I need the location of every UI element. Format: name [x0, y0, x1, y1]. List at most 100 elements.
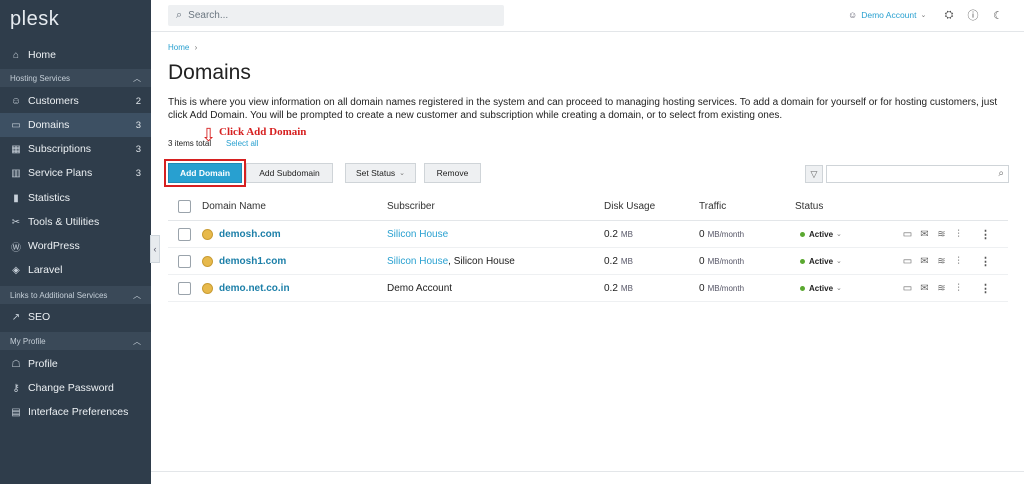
remove-button[interactable]: Remove: [424, 163, 481, 183]
sidebar-item-laravel[interactable]: ◈ Laravel: [0, 258, 151, 282]
list-search-input[interactable]: ⌕: [826, 165, 1009, 183]
account-menu[interactable]: ☺ Demo Account ⌄: [848, 10, 926, 20]
row-checkbox[interactable]: [178, 275, 191, 301]
sidebar-item-domains[interactable]: ▭ Domains 3: [0, 113, 151, 137]
checkbox[interactable]: [178, 200, 191, 213]
disk-value: 0.2: [604, 228, 618, 240]
section-my-profile[interactable]: My Profile ︿: [0, 332, 151, 350]
table-row: demo.net.co.in Demo Account 0.2 MB 0 MB/…: [168, 275, 1008, 302]
status-dropdown[interactable]: Active ⌄: [800, 248, 842, 274]
row-checkbox[interactable]: [178, 248, 191, 274]
checkbox[interactable]: [178, 227, 191, 241]
settings-sliders-icon[interactable]: ⫶: [953, 283, 964, 294]
filter-button[interactable]: ▽: [805, 165, 823, 183]
chevron-up-icon: ︿: [133, 336, 141, 346]
search-icon: ⌕: [998, 168, 1004, 179]
sidebar-item-statistics[interactable]: ▮ Statistics: [0, 186, 151, 210]
subscriber-cell: Silicon House , Silicon House: [387, 248, 515, 274]
page-title: Domains: [168, 61, 251, 84]
settings-sliders-icon[interactable]: ⫶: [953, 256, 964, 267]
select-all-checkbox[interactable]: [178, 193, 191, 220]
section-hosting-services[interactable]: Hosting Services ︿: [0, 69, 151, 87]
sidebar-item-home[interactable]: ⌂ Home: [0, 43, 151, 67]
mail-icon[interactable]: ✉: [919, 283, 930, 294]
folder-icon[interactable]: ▭: [902, 283, 913, 294]
sidebar-item-tools-utilities[interactable]: ✂ Tools & Utilities: [0, 210, 151, 234]
subscriber-link[interactable]: Silicon House: [387, 229, 448, 240]
checkbox[interactable]: [178, 281, 191, 295]
domain-cell: demo.net.co.in: [202, 275, 290, 301]
column-disk-usage[interactable]: Disk Usage: [604, 193, 655, 220]
status-dropdown[interactable]: Active ⌄: [800, 221, 842, 247]
more-options-icon[interactable]: ⋮: [980, 256, 991, 268]
extensions-icon[interactable]: ⛭: [942, 8, 956, 22]
sidebar-item-change-password[interactable]: ⚷ Change Password: [0, 376, 151, 400]
status-active-dot: [800, 258, 805, 264]
sidebar-item-label: Service Plans: [28, 167, 93, 179]
column-status[interactable]: Status: [795, 193, 823, 220]
theme-moon-icon[interactable]: ☾: [991, 8, 1005, 22]
disk-unit: MB: [620, 229, 633, 239]
section-label: Hosting Services: [10, 73, 71, 83]
more-options-icon[interactable]: ⋮: [980, 283, 991, 295]
status-dropdown[interactable]: Active ⌄: [800, 275, 842, 301]
mail-icon[interactable]: ✉: [919, 256, 930, 267]
sidebar-item-label: Subscriptions: [28, 143, 92, 155]
folder-icon[interactable]: ▭: [902, 256, 913, 267]
traffic-unit: MB/month: [707, 229, 745, 239]
sidebar-item-label: Interface Preferences: [28, 406, 129, 418]
select-all-link[interactable]: Select all: [226, 139, 258, 148]
column-traffic[interactable]: Traffic: [699, 193, 726, 220]
database-icon[interactable]: ≋: [936, 283, 947, 294]
status-active-dot: [800, 231, 805, 237]
subscriber-cell: Demo Account: [387, 275, 452, 301]
database-icon[interactable]: ≋: [936, 229, 947, 240]
sidebar-item-profile[interactable]: ☖ Profile: [0, 352, 151, 376]
domain-cell: demosh.com: [202, 221, 281, 247]
set-status-button[interactable]: Set Status ⌄: [345, 163, 416, 183]
tools-icon: ✂: [11, 216, 21, 228]
domain-cell: demosh1.com: [202, 248, 286, 274]
sidebar-item-label: SEO: [28, 311, 51, 323]
sidebar-item-interface-preferences[interactable]: ▤ Interface Preferences: [0, 400, 151, 424]
domain-link[interactable]: demosh1.com: [219, 256, 286, 267]
section-links[interactable]: Links to Additional Services ︿: [0, 286, 151, 304]
sidebar-item-service-plans[interactable]: ▥ Service Plans 3: [0, 161, 151, 185]
row-checkbox[interactable]: [178, 221, 191, 247]
column-subscriber[interactable]: Subscriber: [387, 193, 435, 220]
traffic-cell: 0 MB/month: [699, 275, 744, 301]
chart-icon: ▮: [13, 192, 19, 204]
search-input[interactable]: ⌕ Search...: [168, 5, 504, 26]
column-domain-name[interactable]: Domain Name: [202, 193, 266, 220]
filter-icon: ▽: [810, 168, 818, 179]
settings-sliders-icon[interactable]: ⫶: [953, 229, 964, 240]
mail-icon[interactable]: ✉: [919, 229, 930, 240]
preferences-icon: ▤: [11, 406, 21, 418]
chevron-down-icon: ⌄: [920, 12, 927, 19]
add-domain-button[interactable]: Add Domain: [168, 163, 242, 183]
domain-globe-icon: [202, 255, 213, 267]
sidebar-item-subscriptions[interactable]: ▦ Subscriptions 3: [0, 137, 151, 161]
breadcrumb-home[interactable]: Home: [168, 43, 189, 52]
help-icon[interactable]: ⓘ: [966, 8, 980, 22]
disk-cell: 0.2 MB: [604, 275, 633, 301]
add-subdomain-button[interactable]: Add Subdomain: [246, 163, 333, 183]
chevron-down-icon: ⌄: [836, 258, 842, 265]
domain-link[interactable]: demo.net.co.in: [219, 283, 290, 294]
sidebar: plesk ⌂ Home Hosting Services ︿ ☺ Custom…: [0, 0, 151, 484]
domain-link[interactable]: demosh.com: [219, 229, 281, 240]
traffic-cell: 0 MB/month: [699, 248, 744, 274]
sidebar-item-customers[interactable]: ☺ Customers 2: [0, 89, 151, 113]
breadcrumb[interactable]: Home ›: [168, 43, 197, 52]
folder-icon[interactable]: ▭: [902, 229, 913, 240]
sidebar-item-label: Profile: [28, 358, 58, 370]
traffic-unit: MB/month: [707, 256, 745, 266]
row-actions: ▭ ✉ ≋ ⫶ ⋮: [902, 248, 997, 274]
sidebar-item-seo[interactable]: ↗ SEO: [0, 305, 151, 329]
database-icon[interactable]: ≋: [936, 256, 947, 267]
checkbox[interactable]: [178, 254, 191, 268]
more-options-icon[interactable]: ⋮: [980, 229, 991, 241]
subscriber-link[interactable]: Silicon House: [387, 256, 448, 267]
sidebar-item-wordpress[interactable]: Ⓦ WordPress: [0, 234, 151, 258]
sidebar-item-label: Home: [28, 49, 57, 61]
